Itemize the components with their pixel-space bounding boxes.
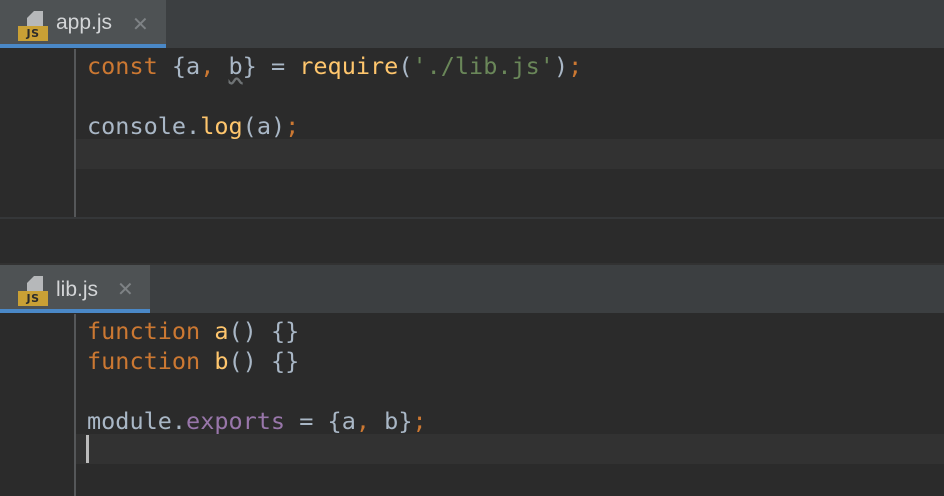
tab-label: app.js [56,11,113,34]
code-token-fn: require [299,52,399,80]
code-editor[interactable]: const {a, b} = require('./lib.js'); cons… [0,49,944,217]
code-token-kw: const [87,52,158,80]
code-line-4[interactable]: module.exports = {a, b}; [87,406,427,436]
code-line-2[interactable]: function b() {} [87,346,299,376]
code-token-kw: function [87,317,201,345]
code-line-3[interactable]: console.log(a); [87,111,299,141]
editor-pane-app-js: JS app.js ✕ const {a, b} = require('./li… [0,0,944,219]
code-token-punc: , [355,407,370,435]
code-token-plain: ) [270,112,286,140]
code-token-plain: . [186,112,201,140]
code-token-plain: ( [242,112,257,140]
editor-tab-bar: JS app.js ✕ [0,0,944,49]
code-token-plain: b [384,407,399,435]
close-icon[interactable]: ✕ [132,12,149,36]
js-file-icon: JS [18,276,50,306]
editor-tab-bar: JS lib.js ✕ [0,263,944,314]
code-token-plain: } = [242,52,300,80]
editor-splitter[interactable] [0,217,944,263]
code-token-punc: , [200,52,215,80]
code-token-plain: ( [398,52,413,80]
current-line-highlight [76,434,944,464]
code-token-plain: () {} [228,347,300,375]
close-icon[interactable]: ✕ [117,277,134,301]
editor-pane-lib-js: JS lib.js ✕ function a() {} function b()… [0,263,944,496]
tab-lib-js[interactable]: JS lib.js ✕ [0,265,150,313]
code-token-plain: a [186,52,201,80]
gutter-divider [74,314,76,496]
code-token-plain: () {} [228,317,300,345]
code-line-1[interactable]: const {a, b} = require('./lib.js'); [87,51,582,81]
code-token-plain: ) [553,52,569,80]
code-token-punc: ; [568,52,583,80]
code-token-plain: console [87,112,187,140]
code-token-kw: function [87,347,201,375]
tab-app-js[interactable]: JS app.js ✕ [0,0,166,48]
code-line-1[interactable]: function a() {} [87,316,299,346]
code-token-punc: ; [412,407,427,435]
text-caret [86,435,89,463]
code-token-plain: a [341,407,356,435]
code-token-plain: } [398,407,413,435]
code-token-plain: = { [285,407,342,435]
js-badge: JS [18,26,48,41]
code-token-fn: b [214,347,229,375]
code-token-plain: a [256,112,271,140]
code-token-fn: a [214,317,229,345]
code-token-punc: ; [285,112,300,140]
current-line-highlight [76,139,944,169]
code-token-unused: b [228,52,243,80]
code-token-prop: exports [186,407,286,435]
code-token-fn: log [200,112,243,140]
code-editor[interactable]: function a() {} function b() {} module.e… [0,314,944,496]
js-badge: JS [18,291,48,306]
js-file-icon: JS [18,11,50,41]
code-token-plain: . [171,407,187,435]
code-token-plain: module [87,407,172,435]
gutter-divider [74,49,76,217]
code-token-str: './lib.js' [412,52,554,80]
code-token-plain: { [157,52,187,80]
tab-label: lib.js [56,278,99,301]
